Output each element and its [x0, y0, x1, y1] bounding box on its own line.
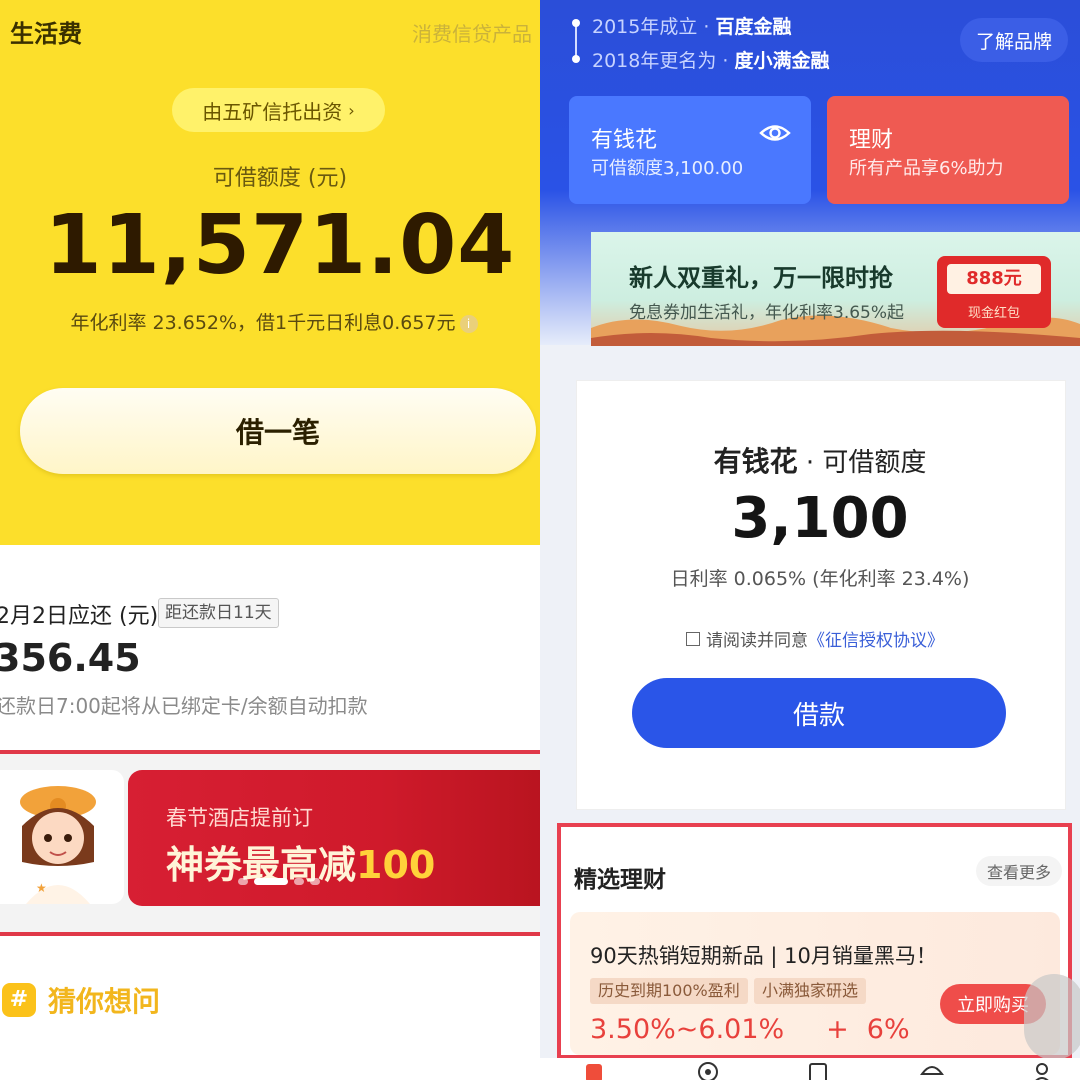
learn-brand-button[interactable]: 了解品牌	[960, 18, 1068, 62]
eye-icon[interactable]	[759, 122, 791, 144]
product-title: 90天热销短期新品 | 10月销量黑马！	[590, 944, 937, 968]
card-subtitle: 可借额度3,100.00	[591, 158, 744, 179]
banner-subtitle: 春节酒店提前订	[166, 806, 313, 830]
rate-value: 年化利率 23.652%，借1千元日利息0.657元	[70, 312, 456, 334]
loan-product-name: 有钱花	[713, 445, 798, 478]
wealth-card[interactable]: 理财 所有产品享6%助力	[827, 96, 1069, 204]
hashtag-icon: #	[2, 983, 36, 1017]
card-title: 理财	[849, 128, 894, 153]
carousel-dot-active	[254, 878, 288, 885]
rate-text: 年化利率 23.652%，借1千元日利息0.657元 i	[0, 308, 540, 335]
repay-note: 还款日7:00起将从已绑定卡/余额自动扣款	[0, 694, 368, 718]
agree-checkbox[interactable]	[686, 631, 700, 646]
trust-source-label: 由五矿信托出资	[202, 99, 343, 124]
promo-subtitle: 免息券加生活礼，年化利率3.65%起	[629, 303, 905, 323]
guess-label: 猜你想问	[48, 985, 161, 1018]
borrow-button[interactable]: 借一笔	[20, 388, 536, 474]
youqianhua-card[interactable]: 有钱花 可借额度3,100.00	[569, 96, 811, 204]
svg-text:★: ★	[36, 881, 47, 895]
product-tag: 历史到期100%盈利	[590, 978, 748, 1004]
profile-tab-icon[interactable]	[1030, 1060, 1054, 1080]
timeline-item-1: 2015年成立 · 百度金融	[592, 12, 792, 39]
timeline-dot	[572, 55, 580, 63]
carousel-dot	[310, 878, 320, 885]
promo-title: 新人双重礼，万一限时抢	[629, 264, 893, 292]
rate-plus: +	[826, 1014, 849, 1045]
red-envelope: 888元 现金红包	[937, 256, 1051, 328]
timeline-item-2: 2018年更名为 · 度小满金融	[592, 46, 830, 73]
red-envelope-label: 现金红包	[967, 306, 1020, 321]
repay-amount: 356.45	[0, 636, 141, 680]
timeline-brand: 百度金融	[715, 16, 792, 38]
red-envelope-amount: 888元	[947, 264, 1041, 294]
carousel-dots	[238, 878, 320, 886]
newcomer-promo-banner[interactable]: 新人双重礼，万一限时抢 免息券加生活礼，年化利率3.65%起 888元 现金红包	[591, 232, 1080, 346]
agreement-row: 请阅读并同意 《征信授权协议》	[686, 626, 944, 651]
rate-bonus: 6%	[866, 1014, 910, 1045]
loan-card-title: 有钱花 · 可借额度	[540, 440, 1080, 480]
trust-source-pill[interactable]: 由五矿信托出资 ›	[172, 88, 385, 132]
chevron-right-icon: ›	[348, 100, 355, 120]
info-icon[interactable]: i	[459, 314, 478, 333]
girl-mascot-icon: ★	[20, 786, 96, 904]
product-rate: 3.50%~6.01% +6%	[590, 1014, 910, 1045]
product-tag: 小满独家研选	[754, 978, 867, 1004]
product-type-label: 消费信贷产品	[412, 22, 532, 46]
repay-date: 2月2日应还 (元)	[0, 604, 159, 629]
discover-tab-icon[interactable]	[696, 1060, 720, 1080]
banner-discount: 100	[356, 843, 436, 887]
right-screen: 2015年成立 · 百度金融 2018年更名为 · 度小满金融 了解品牌 有钱花…	[540, 0, 1080, 1080]
floating-scan-icon[interactable]	[1024, 974, 1080, 1060]
wallet-tab-icon[interactable]	[806, 1060, 830, 1080]
card-title: 有钱花	[591, 128, 658, 153]
timeline-text: 2018年更名为 ·	[592, 50, 735, 72]
page-title: 生活费	[10, 20, 82, 48]
timeline-brand: 度小满金融	[734, 50, 830, 72]
view-more-button[interactable]: 查看更多	[976, 856, 1062, 886]
due-days-badge: 距还款日11天	[158, 598, 279, 628]
carousel-dot	[238, 878, 248, 885]
timeline-dot	[572, 19, 580, 27]
loan-title-suffix: · 可借额度	[797, 448, 927, 478]
mascot-avatar[interactable]: ★	[0, 770, 124, 904]
left-screen: 生活费 消费信贷产品 由五矿信托出资 › 可借额度 (元) 11,571.04 …	[0, 0, 540, 1080]
umbrella-tab-icon[interactable]	[920, 1060, 944, 1080]
carousel-dot	[294, 878, 304, 885]
loan-rate: 日利率 0.065% (年化利率 23.4%)	[670, 568, 970, 590]
guess-question-header[interactable]: # 猜你想问	[2, 980, 160, 1020]
loan-amount: 3,100	[731, 486, 909, 551]
loan-button[interactable]: 借款	[632, 678, 1006, 748]
credit-agreement-link[interactable]: 《征信授权协议》	[808, 626, 944, 651]
home-tab-icon[interactable]	[582, 1060, 606, 1080]
limit-label: 可借额度 (元)	[212, 166, 348, 191]
card-subtitle: 所有产品享6%助力	[849, 158, 1004, 179]
timeline-text: 2015年成立 ·	[592, 16, 716, 38]
limit-amount: 11,571.04	[44, 198, 516, 293]
agree-text: 请阅读并同意	[706, 631, 808, 651]
wealth-section-title: 精选理财	[574, 867, 666, 893]
rate-range: 3.50%~6.01%	[590, 1014, 785, 1045]
